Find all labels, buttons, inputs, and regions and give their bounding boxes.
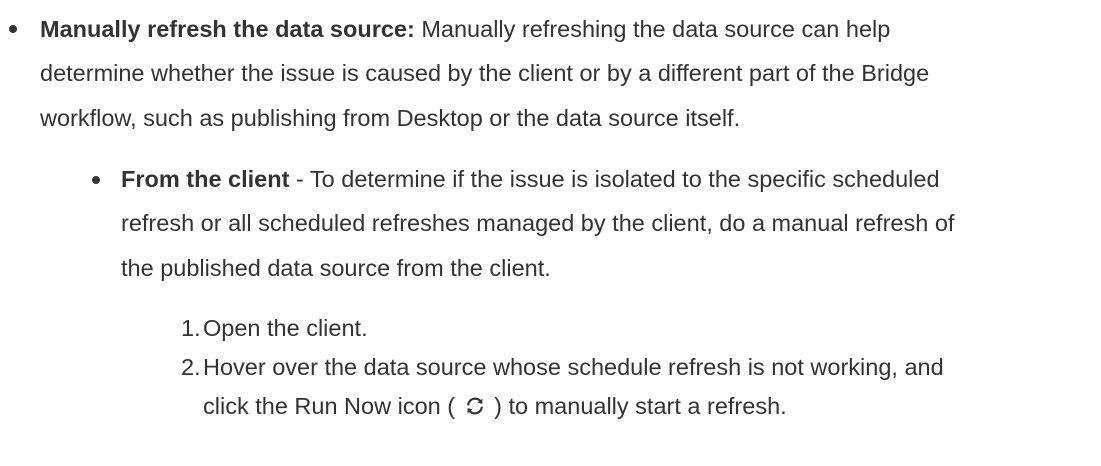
subitem-1-term: From the client	[121, 166, 290, 192]
bullet-icon	[92, 176, 100, 184]
item-1-line-1: Manually refresh the data source: Manual…	[40, 15, 890, 43]
bullet-icon	[9, 25, 17, 33]
step-1-number: 1.	[181, 315, 201, 341]
item-1-line-2: determine whether the issue is caused by…	[40, 60, 930, 86]
step-2-text-after-icon: ) to manually start a refresh.	[487, 393, 787, 419]
refresh-icon	[464, 395, 486, 417]
subitem-1-line-3: the published data source from the clien…	[121, 255, 551, 281]
subitem-1-line-1: From the client - To determine if the is…	[121, 165, 940, 193]
step-1-text: Open the client.	[203, 315, 368, 341]
subitem-1-line-2: refresh or all scheduled refreshes manag…	[121, 210, 955, 236]
step-2-number: 2.	[181, 354, 201, 380]
step-2-line-2: click the Run Now icon ( ) to manually s…	[203, 392, 787, 420]
item-1-term: Manually refresh the data source:	[40, 16, 415, 42]
step-2-line-1: Hover over the data source whose schedul…	[203, 354, 944, 380]
item-1-text: Manually refreshing the data source can …	[414, 16, 891, 42]
subitem-1-text: - To determine if the issue is isolated …	[289, 166, 940, 192]
step-2-text-before-icon: click the Run Now icon (	[203, 393, 462, 419]
item-1-line-3: workflow, such as publishing from Deskto…	[40, 105, 741, 131]
